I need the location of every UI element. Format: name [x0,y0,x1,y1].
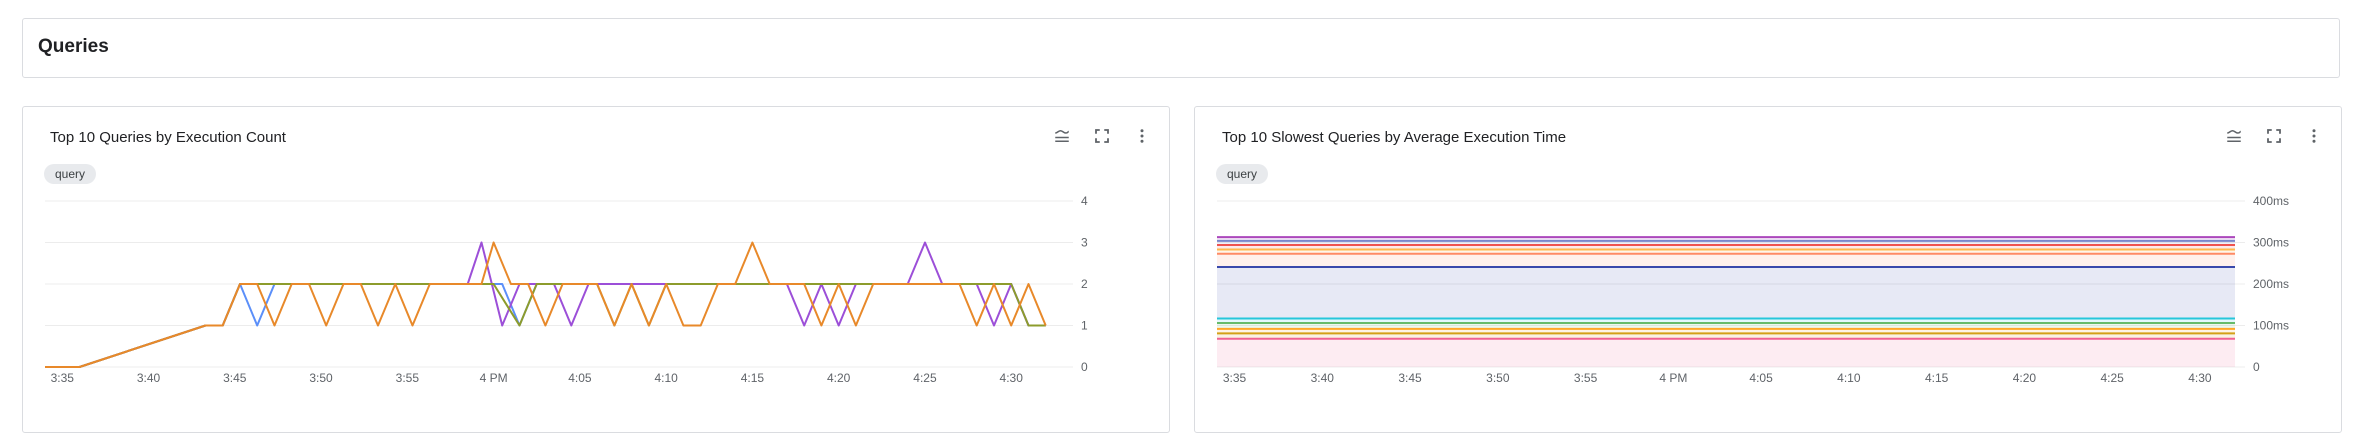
x-tick-label: 4:25 [913,371,937,385]
execution-count-chart: 0 1 2 3 4 3:35 3:40 3:45 3:50 3:55 4 PM 4:05 4:10 4:1… [45,194,1088,385]
x-tick-label: 4:15 [741,371,765,385]
series-line [45,241,1047,368]
panel-title: Top 10 Queries by Execution Count [50,129,286,146]
x-tick-label: 3:55 [396,371,420,385]
y-tick-label: 200ms [2253,277,2289,291]
avg-exec-time-chart: 0 100ms 200ms 300ms 400ms 3:35 3:40 3:45 3:50 3:5… [1217,194,2289,385]
y-tick-label: 400ms [2253,194,2289,208]
more-vert-icon[interactable] [1133,127,1151,145]
y-tick-label: 0 [1081,360,1088,374]
query-chip[interactable]: query [1216,164,1269,184]
x-tick-label: 3:45 [223,371,247,385]
y-tick-label: 300ms [2253,236,2289,250]
y-tick-label: 1 [1081,319,1088,333]
series-area [1217,266,2235,319]
x-tick-label: 4:05 [568,371,592,385]
x-tick-label: 3:45 [1398,371,1422,385]
legend-icon[interactable] [1053,127,1071,145]
queries-section-header[interactable]: Queries [22,18,2340,78]
x-tick-label: 4:30 [1000,371,1024,385]
x-tick-label: 3:40 [1311,371,1335,385]
panel-title: Top 10 Slowest Queries by Average Execut… [1222,129,1567,146]
y-tick-label: 4 [1081,194,1088,208]
x-tick-label: 3:35 [51,371,75,385]
fullscreen-icon[interactable] [1093,127,1111,145]
x-tick-label: 4:20 [2013,371,2037,385]
y-tick-label: 2 [1081,277,1088,291]
x-tick-label: 4:20 [827,371,851,385]
panel-avg-exec-time: Top 10 Slowest Queries by Average Execut… [1194,106,2342,433]
series-line [45,241,1046,368]
x-tick-label: 4:10 [654,371,678,385]
x-tick-label: 4 PM [1659,371,1687,385]
x-tick-label: 4 PM [480,371,508,385]
x-tick-label: 4:15 [1925,371,1949,385]
series-area [1217,338,2235,367]
x-tick-label: 3:40 [137,371,161,385]
query-chip[interactable]: query [44,164,97,184]
legend-icon[interactable] [2225,127,2243,145]
x-tick-label: 3:35 [1223,371,1247,385]
section-title: Queries [38,36,109,57]
x-tick-label: 4:25 [2100,371,2124,385]
panel-execution-count: Top 10 Queries by Execution Count query … [22,106,1170,433]
series-area [1217,253,2235,267]
y-tick-label: 100ms [2253,319,2289,333]
x-tick-label: 3:55 [1574,371,1598,385]
y-tick-label: 3 [1081,236,1088,250]
x-tick-label: 4:30 [2188,371,2212,385]
x-tick-label: 3:50 [1486,371,1510,385]
x-tick-label: 4:10 [1837,371,1861,385]
x-tick-label: 3:50 [309,371,333,385]
more-vert-icon[interactable] [2305,127,2323,145]
x-tick-label: 4:05 [1749,371,1773,385]
y-tick-label: 0 [2253,360,2260,374]
fullscreen-icon[interactable] [2265,127,2283,145]
